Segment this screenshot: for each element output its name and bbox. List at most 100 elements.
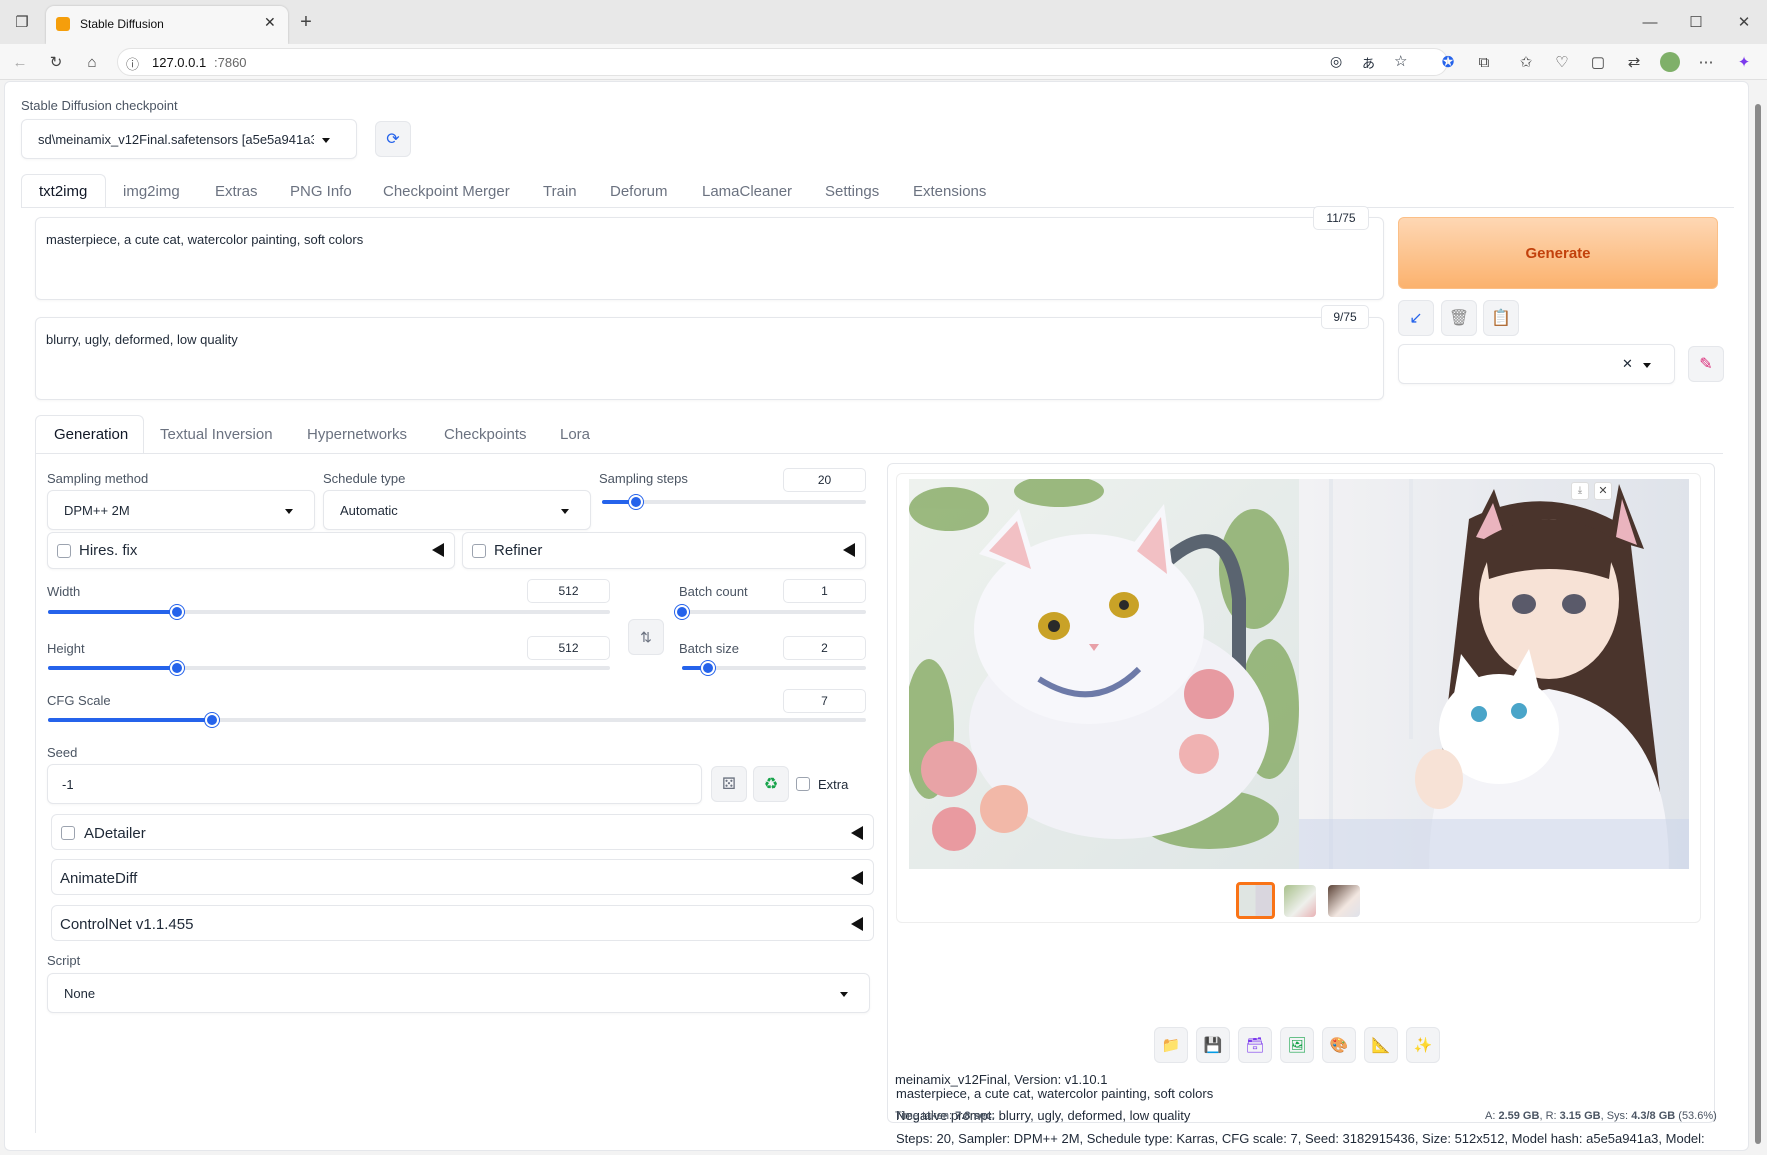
negative-prompt-input[interactable]: blurry, ugly, deformed, low quality <box>35 317 1384 400</box>
hires-upscale-button[interactable]: ✨ <box>1406 1027 1440 1063</box>
tab-settings[interactable]: Settings <box>825 183 879 200</box>
tab-txt2img[interactable]: txt2img <box>39 183 87 200</box>
more-menu-icon[interactable]: ⋯ <box>1696 52 1716 72</box>
adetailer-accordion[interactable]: ADetailer <box>51 814 874 850</box>
schedule-type-value: Automatic <box>340 503 398 518</box>
width-slider[interactable] <box>48 605 610 619</box>
batch-count-input[interactable]: 1 <box>783 579 866 603</box>
seed-input[interactable]: -1 <box>47 764 702 804</box>
send-to-extras-button[interactable]: 📐 <box>1364 1027 1398 1063</box>
clear-styles-icon[interactable]: ✕ <box>1622 356 1633 372</box>
extension-icon[interactable]: ✪ <box>1438 52 1458 72</box>
refiner-checkbox[interactable] <box>472 544 486 558</box>
tab-hypernetworks[interactable]: Hypernetworks <box>307 426 407 443</box>
tab-checkpoints[interactable]: Checkpoints <box>444 426 527 443</box>
back-icon[interactable]: ← <box>10 52 30 72</box>
tab-png-info[interactable]: PNG Info <box>290 183 352 200</box>
download-image-button[interactable]: ⤓ <box>1571 482 1589 500</box>
schedule-type-select[interactable]: Automatic <box>323 490 591 530</box>
positive-prompt-input[interactable]: masterpiece, a cute cat, watercolor pain… <box>35 217 1384 300</box>
clear-prompt-button[interactable]: 🗑 <box>1441 300 1477 336</box>
url-field[interactable]: ⓘ 127.0.0.1 :7860 ◎ あ ☆ <box>117 48 1448 76</box>
tab-checkpoint-merger[interactable]: Checkpoint Merger <box>383 183 510 200</box>
cfg-scale-input[interactable]: 7 <box>783 689 866 713</box>
tab-lora[interactable]: Lora <box>560 426 590 443</box>
paste-styles-button[interactable]: 📋 <box>1483 300 1519 336</box>
cfg-scale-slider[interactable] <box>48 713 866 727</box>
extensions-puzzle-icon[interactable]: ⧉ <box>1474 52 1494 72</box>
reuse-seed-button[interactable]: ♻ <box>753 766 789 802</box>
random-seed-button[interactable]: ⚄ <box>711 766 747 802</box>
sampling-steps-input[interactable]: 20 <box>783 468 866 492</box>
read-params-button[interactable]: ↙ <box>1398 300 1434 336</box>
height-input[interactable]: 512 <box>527 636 610 660</box>
generate-button[interactable]: Generate <box>1398 217 1718 289</box>
controlnet-accordion[interactable]: ControlNet v1.1.455 <box>51 905 874 941</box>
hires-fix-checkbox[interactable] <box>57 544 71 558</box>
tab-actions-icon[interactable]: ❐ <box>12 12 32 32</box>
extra-seed-checkbox[interactable] <box>796 777 810 791</box>
thumbnail-1[interactable] <box>1236 882 1275 919</box>
slider-knob[interactable] <box>700 661 715 675</box>
tab-train[interactable]: Train <box>543 183 577 200</box>
swap-dimensions-button[interactable]: ⇅ <box>628 619 664 655</box>
send-to-img2img-button[interactable]: 🖼 <box>1280 1027 1314 1063</box>
animatediff-label: AnimateDiff <box>60 870 138 887</box>
collections-icon[interactable]: ▢ <box>1588 52 1608 72</box>
height-slider[interactable] <box>48 661 610 675</box>
refresh-checkpoint-button[interactable]: ⟳ <box>375 121 411 157</box>
minimize-icon[interactable]: — <box>1640 12 1660 32</box>
scrollbar-track[interactable] <box>1752 84 1764 1150</box>
favorites-icon[interactable]: ✩ <box>1516 52 1536 72</box>
adetailer-checkbox[interactable] <box>61 826 75 840</box>
slider-knob[interactable] <box>170 605 185 619</box>
send-to-inpaint-button[interactable]: 🎨 <box>1322 1027 1356 1063</box>
animatediff-accordion[interactable]: AnimateDiff <box>51 859 874 895</box>
profile-avatar[interactable] <box>1660 52 1680 72</box>
edit-styles-button[interactable]: ✎ <box>1688 346 1724 382</box>
script-select[interactable]: None <box>47 973 870 1013</box>
favorite-star-icon[interactable]: ☆ <box>1394 52 1407 70</box>
batch-size-slider[interactable] <box>682 661 866 675</box>
slider-knob[interactable] <box>675 605 689 619</box>
slider-knob[interactable] <box>204 713 219 727</box>
batch-size-input[interactable]: 2 <box>783 636 866 660</box>
open-folder-button[interactable]: 📁 <box>1154 1027 1188 1063</box>
hires-fix-accordion[interactable]: Hires. fix <box>47 532 455 569</box>
close-image-button[interactable]: ✕ <box>1594 482 1612 500</box>
tab-deforum[interactable]: Deforum <box>610 183 668 200</box>
close-tab-icon[interactable]: ✕ <box>264 14 276 31</box>
tab-textual-inversion[interactable]: Textual Inversion <box>160 426 273 443</box>
sampling-steps-slider[interactable] <box>602 495 866 509</box>
close-window-icon[interactable]: ✕ <box>1734 12 1754 32</box>
tab-img2img[interactable]: img2img <box>123 183 180 200</box>
maximize-icon[interactable]: ☐ <box>1686 12 1706 32</box>
health-icon[interactable]: ♡ <box>1552 52 1572 72</box>
share-icon[interactable]: ⇄ <box>1624 52 1644 72</box>
refiner-accordion[interactable]: Refiner <box>462 532 866 569</box>
styles-select[interactable]: ✕ <box>1398 344 1675 384</box>
home-icon[interactable]: ⌂ <box>82 52 102 72</box>
width-input[interactable]: 512 <box>527 579 610 603</box>
tab-lamacleaner[interactable]: LamaCleaner <box>702 183 792 200</box>
copilot-icon[interactable]: ✦ <box>1734 52 1754 72</box>
thumbnail-2[interactable] <box>1284 885 1316 917</box>
slider-knob[interactable] <box>170 661 185 675</box>
batch-count-slider[interactable] <box>675 605 866 619</box>
scrollbar-thumb[interactable] <box>1755 104 1761 1144</box>
tab-extensions[interactable]: Extensions <box>913 183 986 200</box>
refresh-icon[interactable]: ↻ <box>46 52 66 72</box>
checkpoint-select[interactable]: sd\meinamix_v12Final.safetensors [a5e5a9… <box>21 119 357 159</box>
tab-extras[interactable]: Extras <box>215 183 258 200</box>
sampling-method-select[interactable]: DPM++ 2M <box>47 490 315 530</box>
read-aloud-icon[interactable]: ◎ <box>1330 53 1342 70</box>
save-button[interactable]: 💾 <box>1196 1027 1230 1063</box>
preview-image[interactable] <box>909 479 1689 869</box>
zip-button[interactable]: 🗃 <box>1238 1027 1272 1063</box>
tab-generation[interactable]: Generation <box>54 426 128 443</box>
slider-knob[interactable] <box>629 495 644 509</box>
browser-tab[interactable]: Stable Diffusion ✕ <box>46 6 288 44</box>
thumbnail-3[interactable] <box>1328 885 1360 917</box>
new-tab-icon[interactable]: + <box>296 11 316 33</box>
translate-icon[interactable]: あ <box>1362 53 1375 72</box>
